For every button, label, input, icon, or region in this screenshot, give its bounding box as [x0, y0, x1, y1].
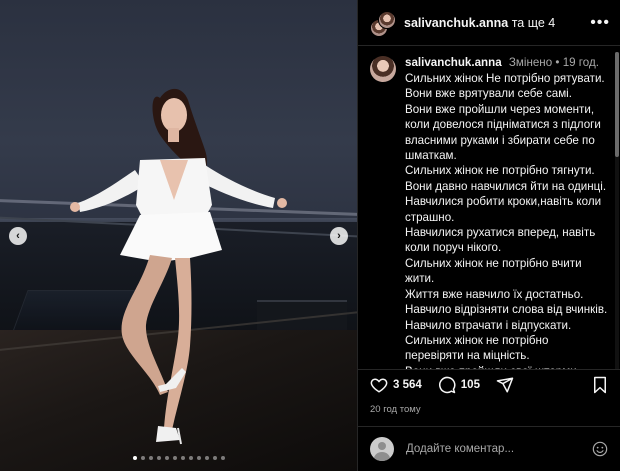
caption: salivanchuk.anna Змінено • 19 год. Сильн…	[358, 47, 620, 369]
save-button[interactable]	[592, 376, 608, 394]
caption-line: Навчилися робити кроки,навіть коли	[405, 195, 602, 209]
coauthors-link[interactable]: та ще 4	[512, 16, 556, 30]
caption-line: Вони вже врятували себе самі.	[405, 87, 572, 101]
avatar[interactable]	[378, 10, 396, 29]
caption-line: власними руками і збирати себе по	[405, 133, 595, 147]
caption-line: страшно.	[405, 210, 455, 224]
carousel-dot	[132, 456, 137, 460]
post-author-line: salivanchuk.anna та ще 4	[404, 16, 590, 30]
coauthor-avatars[interactable]	[370, 10, 396, 37]
caption-line: коли довелося підніматися з підлоги	[405, 118, 601, 132]
more-options-icon[interactable]: •••	[590, 14, 610, 32]
caption-line: Життя вже навчило їх достатньо.	[405, 287, 584, 301]
carousel-dot	[156, 456, 161, 460]
caption-text: Сильних жінок Не потрібно рятувати. Вони …	[405, 71, 608, 369]
post-viewer: ‹ › salivanchuk.anna та ще 4 ••• salivan…	[0, 0, 620, 471]
share-button[interactable]	[496, 376, 514, 394]
comment-input[interactable]	[406, 443, 592, 455]
like-button[interactable]: 3 564	[370, 376, 422, 394]
carousel-dots	[0, 456, 357, 460]
caption-line: Навчилися рухатися вперед, навіть	[405, 226, 596, 240]
meta-separator: •	[555, 56, 560, 69]
caption-time: 19 год.	[562, 56, 599, 69]
caption-line: Навчило втрачати і відпускати.	[405, 318, 572, 332]
caption-scroll-area[interactable]: salivanchuk.anna Змінено • 19 год. Сильн…	[358, 47, 620, 369]
carousel-prev-button[interactable]: ‹	[9, 227, 27, 245]
caption-line: Вони давно навчилися йти на одинці.	[405, 179, 607, 193]
carousel-dot	[204, 456, 209, 460]
carousel-dot	[140, 456, 145, 460]
comment-button[interactable]: 105	[438, 376, 480, 394]
share-plane-icon	[496, 377, 514, 392]
woman-figure	[70, 88, 287, 445]
caption-line: Сильних жінок не потрібно вчити	[405, 256, 582, 270]
comment-count[interactable]: 105	[461, 379, 480, 391]
avatar[interactable]	[370, 56, 396, 82]
heart-icon	[370, 377, 388, 393]
caption-meta: salivanchuk.anna Змінено • 19 год.	[405, 56, 608, 70]
carousel-dot	[212, 456, 217, 460]
edited-label: Змінено	[508, 56, 553, 69]
post-actions: 3 564 105	[358, 369, 620, 399]
caption-line: перевіряти на міцність.	[405, 349, 530, 363]
caption-line: Вони вже пройшли через моменти,	[405, 102, 595, 116]
caption-line: Сильних жінок не потрібно	[405, 333, 549, 347]
carousel-dot	[220, 456, 225, 460]
post-header: salivanchuk.anna та ще 4 •••	[358, 0, 620, 46]
bookmark-icon	[594, 376, 606, 393]
caption-line: шматкам.	[405, 149, 457, 163]
like-count[interactable]: 3 564	[393, 379, 422, 391]
post-photo[interactable]: ‹ ›	[0, 0, 357, 471]
caption-line: Навчило відрізняти слова від вчинків.	[405, 303, 608, 317]
avatar	[370, 437, 394, 461]
smiley-icon[interactable]	[592, 441, 608, 457]
caption-scrollbar[interactable]	[615, 52, 619, 370]
caption-body: salivanchuk.anna Змінено • 19 год. Сильн…	[405, 56, 608, 369]
caption-line: Сильних жінок не потрібно тягнути.	[405, 164, 595, 178]
author-username[interactable]: salivanchuk.anna	[404, 16, 508, 30]
caption-line: коли поруч нікого.	[405, 241, 502, 255]
carousel-dot	[196, 456, 201, 460]
caption-line: жити.	[405, 272, 435, 286]
post-time-ago[interactable]: 20 год тому	[370, 404, 421, 415]
scrollbar-thumb[interactable]	[615, 52, 619, 157]
carousel-dot	[188, 456, 193, 460]
carousel-dot	[148, 456, 153, 460]
comment-bubble-icon	[438, 376, 456, 393]
caption-username[interactable]: salivanchuk.anna	[405, 56, 502, 69]
comment-composer	[358, 426, 620, 471]
carousel-dot	[172, 456, 177, 460]
caption-line: Сильних жінок Не потрібно рятувати.	[405, 72, 605, 85]
carousel-next-button[interactable]: ›	[330, 227, 348, 245]
post-side-panel: salivanchuk.anna та ще 4 ••• salivanchuk…	[357, 0, 620, 471]
carousel-dot	[180, 456, 185, 460]
carousel-dot	[164, 456, 169, 460]
